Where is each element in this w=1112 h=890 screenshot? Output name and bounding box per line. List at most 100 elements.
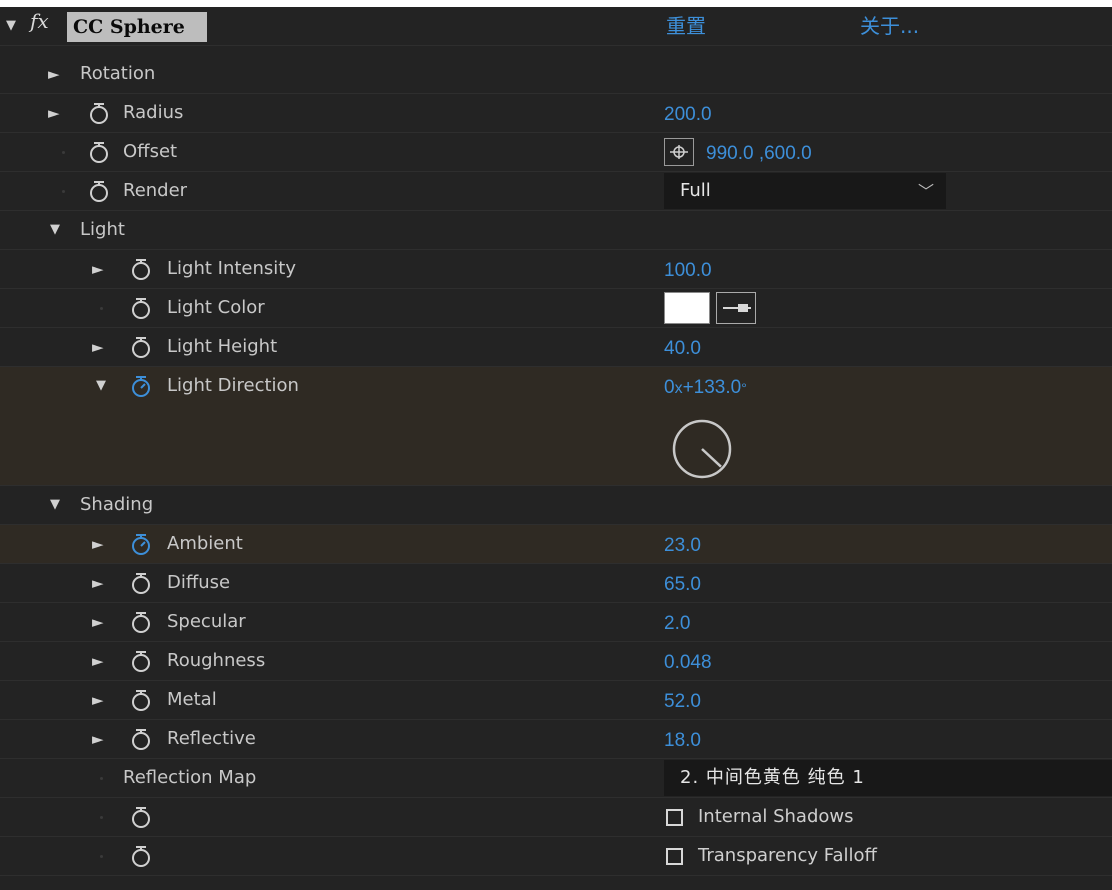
param-label: Ambient (167, 533, 243, 554)
degrees-value[interactable]: +133.0 (683, 377, 742, 398)
stopwatch-icon[interactable] (130, 846, 152, 868)
light-intensity-value[interactable]: 100.0 (664, 259, 712, 283)
spacer-dot (100, 777, 103, 780)
specular-value[interactable]: 2.0 (664, 612, 690, 636)
param-label: Render (123, 180, 188, 201)
fx-toggle-icon[interactable]: fx (30, 9, 49, 33)
revolutions-value[interactable]: 0 (664, 377, 675, 398)
degree-symbol: ° (741, 380, 747, 396)
group-row-shading: ▼ Shading (0, 486, 1112, 525)
effect-header: ▼ fx CC Sphere 重置 关于... (0, 7, 1112, 46)
light-direction-value[interactable]: 0x+133.0° (664, 376, 747, 401)
point-picker-button[interactable] (664, 138, 694, 166)
collapse-triangle-icon[interactable]: ▼ (50, 495, 60, 515)
param-row-offset: Offset 990.0 ,600.0 (0, 133, 1112, 172)
stopwatch-icon[interactable] (130, 651, 152, 673)
param-label: Rotation (80, 63, 156, 84)
group-label: Light (80, 219, 125, 240)
chevron-down-icon: ﹀ (917, 182, 934, 201)
param-row-specular: ► Specular 2.0 (0, 603, 1112, 642)
expand-triangle-icon[interactable]: ► (92, 729, 104, 749)
stopwatch-icon[interactable] (130, 573, 152, 595)
collapse-triangle-icon[interactable]: ▼ (6, 16, 16, 36)
param-label: Metal (167, 689, 217, 710)
stopwatch-icon[interactable] (130, 729, 152, 751)
stopwatch-icon[interactable] (130, 259, 152, 281)
offset-value[interactable]: 990.0 ,600.0 (706, 142, 812, 166)
about-link[interactable]: 关于... (860, 12, 919, 40)
render-selected-value: Full (680, 180, 711, 201)
param-label: Roughness (167, 650, 266, 671)
checkbox-label[interactable]: Transparency Falloff (698, 844, 877, 868)
eyedropper-icon (723, 304, 751, 312)
expand-triangle-icon[interactable]: ► (92, 690, 104, 710)
expand-triangle-icon[interactable]: ► (92, 534, 104, 554)
expand-triangle-icon[interactable]: ► (48, 64, 60, 84)
param-label: Offset (123, 141, 178, 162)
expand-triangle-icon[interactable]: ► (92, 612, 104, 632)
param-row-reflection-map: Reflection Map 2. 中间色黄色 纯色 1 (0, 759, 1112, 798)
reflection-map-selected-layer: 2. 中间色黄色 纯色 1 (680, 767, 865, 788)
stopwatch-icon[interactable] (130, 298, 152, 320)
expand-triangle-icon[interactable]: ► (92, 259, 104, 279)
stopwatch-icon[interactable] (130, 690, 152, 712)
spacer-dot (100, 855, 103, 858)
param-label: Light Height (167, 336, 278, 357)
stopwatch-icon[interactable] (88, 142, 110, 164)
checkbox-label[interactable]: Internal Shadows (698, 805, 854, 829)
expand-triangle-icon[interactable]: ► (48, 103, 60, 123)
metal-value[interactable]: 52.0 (664, 690, 701, 714)
param-label: Reflective (167, 728, 256, 749)
param-label: Light Direction (167, 375, 299, 396)
spacer-dot (62, 190, 65, 193)
diffuse-value[interactable]: 65.0 (664, 573, 701, 597)
color-swatch[interactable] (664, 292, 710, 324)
param-label: Light Intensity (167, 258, 296, 279)
roughness-value[interactable]: 0.048 (664, 651, 712, 675)
param-label: Diffuse (167, 572, 231, 593)
param-row-light-height: ► Light Height 40.0 (0, 328, 1112, 367)
param-row-light-intensity: ► Light Intensity 100.0 (0, 250, 1112, 289)
effect-name[interactable]: CC Sphere (67, 12, 207, 42)
stopwatch-icon[interactable] (88, 181, 110, 203)
expand-triangle-icon[interactable]: ► (92, 651, 104, 671)
stopwatch-active-icon[interactable] (130, 534, 152, 556)
spacer-dot (100, 307, 103, 310)
internal-shadows-checkbox[interactable] (666, 809, 683, 826)
eyedropper-button[interactable] (716, 292, 756, 324)
param-row-metal: ► Metal 52.0 (0, 681, 1112, 720)
param-row-rotation: ► Rotation (0, 55, 1112, 94)
stopwatch-icon[interactable] (130, 612, 152, 634)
param-row-ambient: ► Ambient 23.0 (0, 525, 1112, 564)
light-height-value[interactable]: 40.0 (664, 337, 701, 361)
expand-triangle-icon[interactable]: ► (92, 573, 104, 593)
reflection-map-layer-dropdown[interactable]: 2. 中间色黄色 纯色 1 (664, 760, 1112, 796)
expand-triangle-icon[interactable]: ► (92, 337, 104, 357)
revolutions-x: x (674, 380, 683, 397)
render-dropdown[interactable]: Full ﹀ (664, 173, 946, 209)
stopwatch-icon[interactable] (88, 103, 110, 125)
ambient-value[interactable]: 23.0 (664, 534, 701, 558)
collapse-triangle-icon[interactable]: ▼ (96, 376, 106, 396)
reflective-value[interactable]: 18.0 (664, 729, 701, 753)
param-row-light-direction: ▼ Light Direction 0x+133.0° (0, 367, 1112, 486)
param-row-render: Render Full ﹀ (0, 172, 1112, 211)
param-row-reflective: ► Reflective 18.0 (0, 720, 1112, 759)
param-label: Reflection Map (123, 767, 257, 788)
angle-dial-icon[interactable] (664, 418, 740, 480)
radius-value[interactable]: 200.0 (664, 103, 712, 127)
group-label: Shading (80, 494, 154, 515)
transparency-falloff-checkbox[interactable] (666, 848, 683, 865)
param-row-transparency-falloff: Transparency Falloff (0, 837, 1112, 876)
param-label: Light Color (167, 297, 265, 318)
param-row-radius: ► Radius 200.0 (0, 94, 1112, 133)
param-label: Radius (123, 102, 184, 123)
reset-link[interactable]: 重置 (666, 12, 706, 40)
stopwatch-icon[interactable] (130, 807, 152, 829)
param-row-internal-shadows: Internal Shadows (0, 798, 1112, 837)
collapse-triangle-icon[interactable]: ▼ (50, 220, 60, 240)
stopwatch-icon[interactable] (130, 337, 152, 359)
param-row-roughness: ► Roughness 0.048 (0, 642, 1112, 681)
stopwatch-active-icon[interactable] (130, 376, 152, 398)
param-row-light-color: Light Color (0, 289, 1112, 328)
